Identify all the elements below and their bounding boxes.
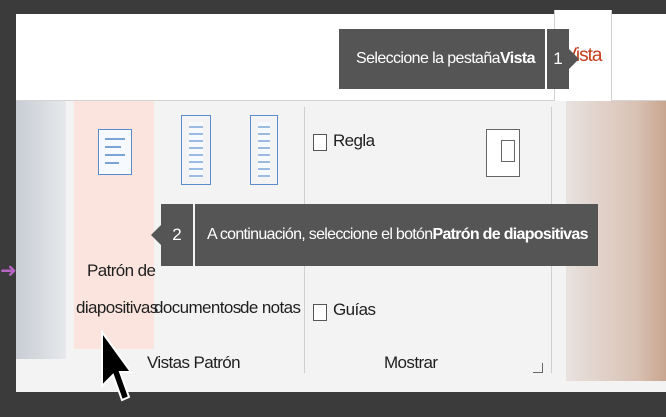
patron-diapositivas-label-line1: Patrón de xyxy=(87,261,156,280)
patron-notas-label: de notas xyxy=(240,298,301,317)
patron-documentos-label: documentos xyxy=(154,298,241,317)
guias-checkbox[interactable] xyxy=(313,304,327,321)
group-label-vistas-patron: Vistas Patrón xyxy=(147,353,241,372)
callout-step-1-number: 1 xyxy=(546,29,580,89)
callout-step-2-number: 2 xyxy=(151,204,193,266)
guias-label: Guías xyxy=(333,300,376,319)
callout-step-2-bold: Patrón de diapositivas xyxy=(432,226,588,243)
callout-step-1-text: Seleccione la pestaña Vista xyxy=(339,29,545,89)
regla-label: Regla xyxy=(333,131,375,150)
notes-master-icon[interactable] xyxy=(250,115,278,185)
notes-panel-icon[interactable] xyxy=(486,129,520,177)
callout-step-2-prefix: A continuación, seleccione el botón xyxy=(207,226,433,243)
arrow-right-icon: ➜ xyxy=(0,260,17,282)
slide-thumbnail-edge xyxy=(16,101,66,359)
mouse-cursor-icon xyxy=(101,330,132,402)
callout-step-2: 2 A continuación, seleccione el botón Pa… xyxy=(151,204,598,266)
callout-step-2-text: A continuación, seleccione el botón Patr… xyxy=(195,204,598,266)
group-label-mostrar: Mostrar xyxy=(384,353,438,372)
callout-step-1-prefix: Seleccione la pestaña xyxy=(356,50,501,67)
patron-diapositivas-label-line2: diapositivas xyxy=(76,298,158,317)
callout-step-1: Seleccione la pestaña Vista 1 xyxy=(339,29,580,89)
dialog-launcher-icon[interactable] xyxy=(533,363,543,373)
callout-step-1-bold: Vista xyxy=(499,50,536,67)
handout-master-icon[interactable] xyxy=(181,115,211,185)
slide-master-icon xyxy=(98,129,132,175)
regla-checkbox[interactable] xyxy=(313,134,327,151)
